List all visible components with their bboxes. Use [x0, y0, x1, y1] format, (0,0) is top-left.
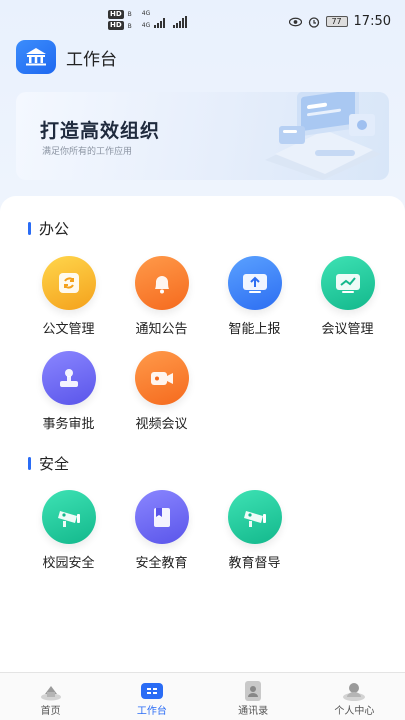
video-camera-icon — [134, 351, 189, 405]
app-label: 安全教育 — [135, 556, 188, 571]
approval-stamp-icon — [41, 351, 96, 405]
eye-icon — [288, 17, 302, 26]
workbench-icon — [140, 680, 164, 702]
section-marker — [28, 457, 31, 470]
tab-label: 通讯录 — [238, 706, 269, 717]
section-title-safety: 安全 — [28, 453, 69, 474]
tab-label: 个人中心 — [334, 706, 375, 717]
tab-label: 工作台 — [136, 706, 167, 717]
section-title-label: 办公 — [39, 220, 70, 238]
tab-home[interactable]: 首页 — [0, 673, 101, 720]
surveillance-camera-icon — [41, 490, 96, 544]
institution-icon — [26, 48, 46, 66]
tab-label: 首页 — [40, 706, 61, 717]
app-label: 教育督导 — [228, 556, 281, 571]
app-document-management[interactable]: 公文管理 — [22, 256, 115, 337]
document-sync-icon — [41, 256, 96, 310]
clock: 17:50 — [353, 14, 391, 29]
section-marker — [28, 222, 31, 235]
battery-indicator: 77 — [325, 16, 348, 27]
app-meeting-management[interactable]: 会议管理 — [301, 256, 394, 337]
app-label: 视频会议 — [135, 417, 188, 432]
section-title-label: 安全 — [39, 455, 70, 473]
home-icon — [39, 680, 63, 702]
app-label: 通知公告 — [135, 322, 188, 337]
app-safety-education[interactable]: 安全教育 — [115, 490, 208, 571]
app-notice-announcement[interactable]: 通知公告 — [115, 256, 208, 337]
app-logo — [16, 40, 56, 74]
signal-strength-icon — [154, 16, 166, 28]
sim1-hd-badge: HD — [108, 10, 124, 19]
sim2-hd-badge: HD — [108, 21, 124, 30]
book-icon — [134, 490, 189, 544]
office-app-grid: 公文管理 通知公告 智能上报 会议管理 事务审批 视频会议 — [22, 256, 394, 432]
promo-banner[interactable]: 打造高效组织 满足你所有的工作应用 — [16, 92, 389, 180]
tab-contacts[interactable]: 通讯录 — [203, 673, 304, 720]
signal-strength-icon — [173, 16, 188, 28]
app-label: 事务审批 — [42, 417, 95, 432]
sim1-generation: 4G — [141, 10, 151, 17]
status-bar: HD HD B B 4G 4G 77 17:50 — [0, 0, 405, 40]
tab-workbench[interactable]: 工作台 — [101, 673, 202, 720]
app-video-conference[interactable]: 视频会议 — [115, 351, 208, 432]
contacts-icon — [241, 680, 265, 702]
sim2-sub: B — [127, 23, 132, 30]
alarm-icon — [308, 16, 319, 28]
sim2-generation: 4G — [141, 22, 151, 29]
person-icon — [342, 680, 366, 702]
network-indicators: HD HD B B 4G 4G — [108, 10, 188, 30]
app-label: 校园安全 — [42, 556, 95, 571]
surveillance-camera-icon — [227, 490, 282, 544]
app-affairs-approval[interactable]: 事务审批 — [22, 351, 115, 432]
banner-subtitle: 满足你所有的工作应用 — [42, 147, 133, 157]
app-smart-report[interactable]: 智能上报 — [208, 256, 301, 337]
monitor-upload-icon — [227, 256, 282, 310]
status-right: 77 17:50 — [288, 14, 391, 29]
app-campus-safety[interactable]: 校园安全 — [22, 490, 115, 571]
app-label: 会议管理 — [321, 322, 374, 337]
app-header: 工作台 — [16, 40, 117, 74]
sim1-sub: B — [127, 11, 132, 18]
bottom-tab-bar: 首页 工作台 通讯录 个人中心 — [0, 672, 405, 720]
workspace-illustration — [265, 92, 381, 180]
bell-icon — [134, 256, 189, 310]
monitor-chart-icon — [320, 256, 375, 310]
tab-personal-center[interactable]: 个人中心 — [304, 673, 405, 720]
banner-title: 打造高效组织 — [40, 120, 161, 142]
app-education-supervision[interactable]: 教育督导 — [208, 490, 301, 571]
app-label: 智能上报 — [228, 322, 281, 337]
page-title: 工作台 — [66, 49, 117, 70]
section-title-office: 办公 — [28, 218, 69, 239]
app-label: 公文管理 — [42, 322, 95, 337]
safety-app-grid: 校园安全 安全教育 教育督导 — [22, 490, 394, 571]
